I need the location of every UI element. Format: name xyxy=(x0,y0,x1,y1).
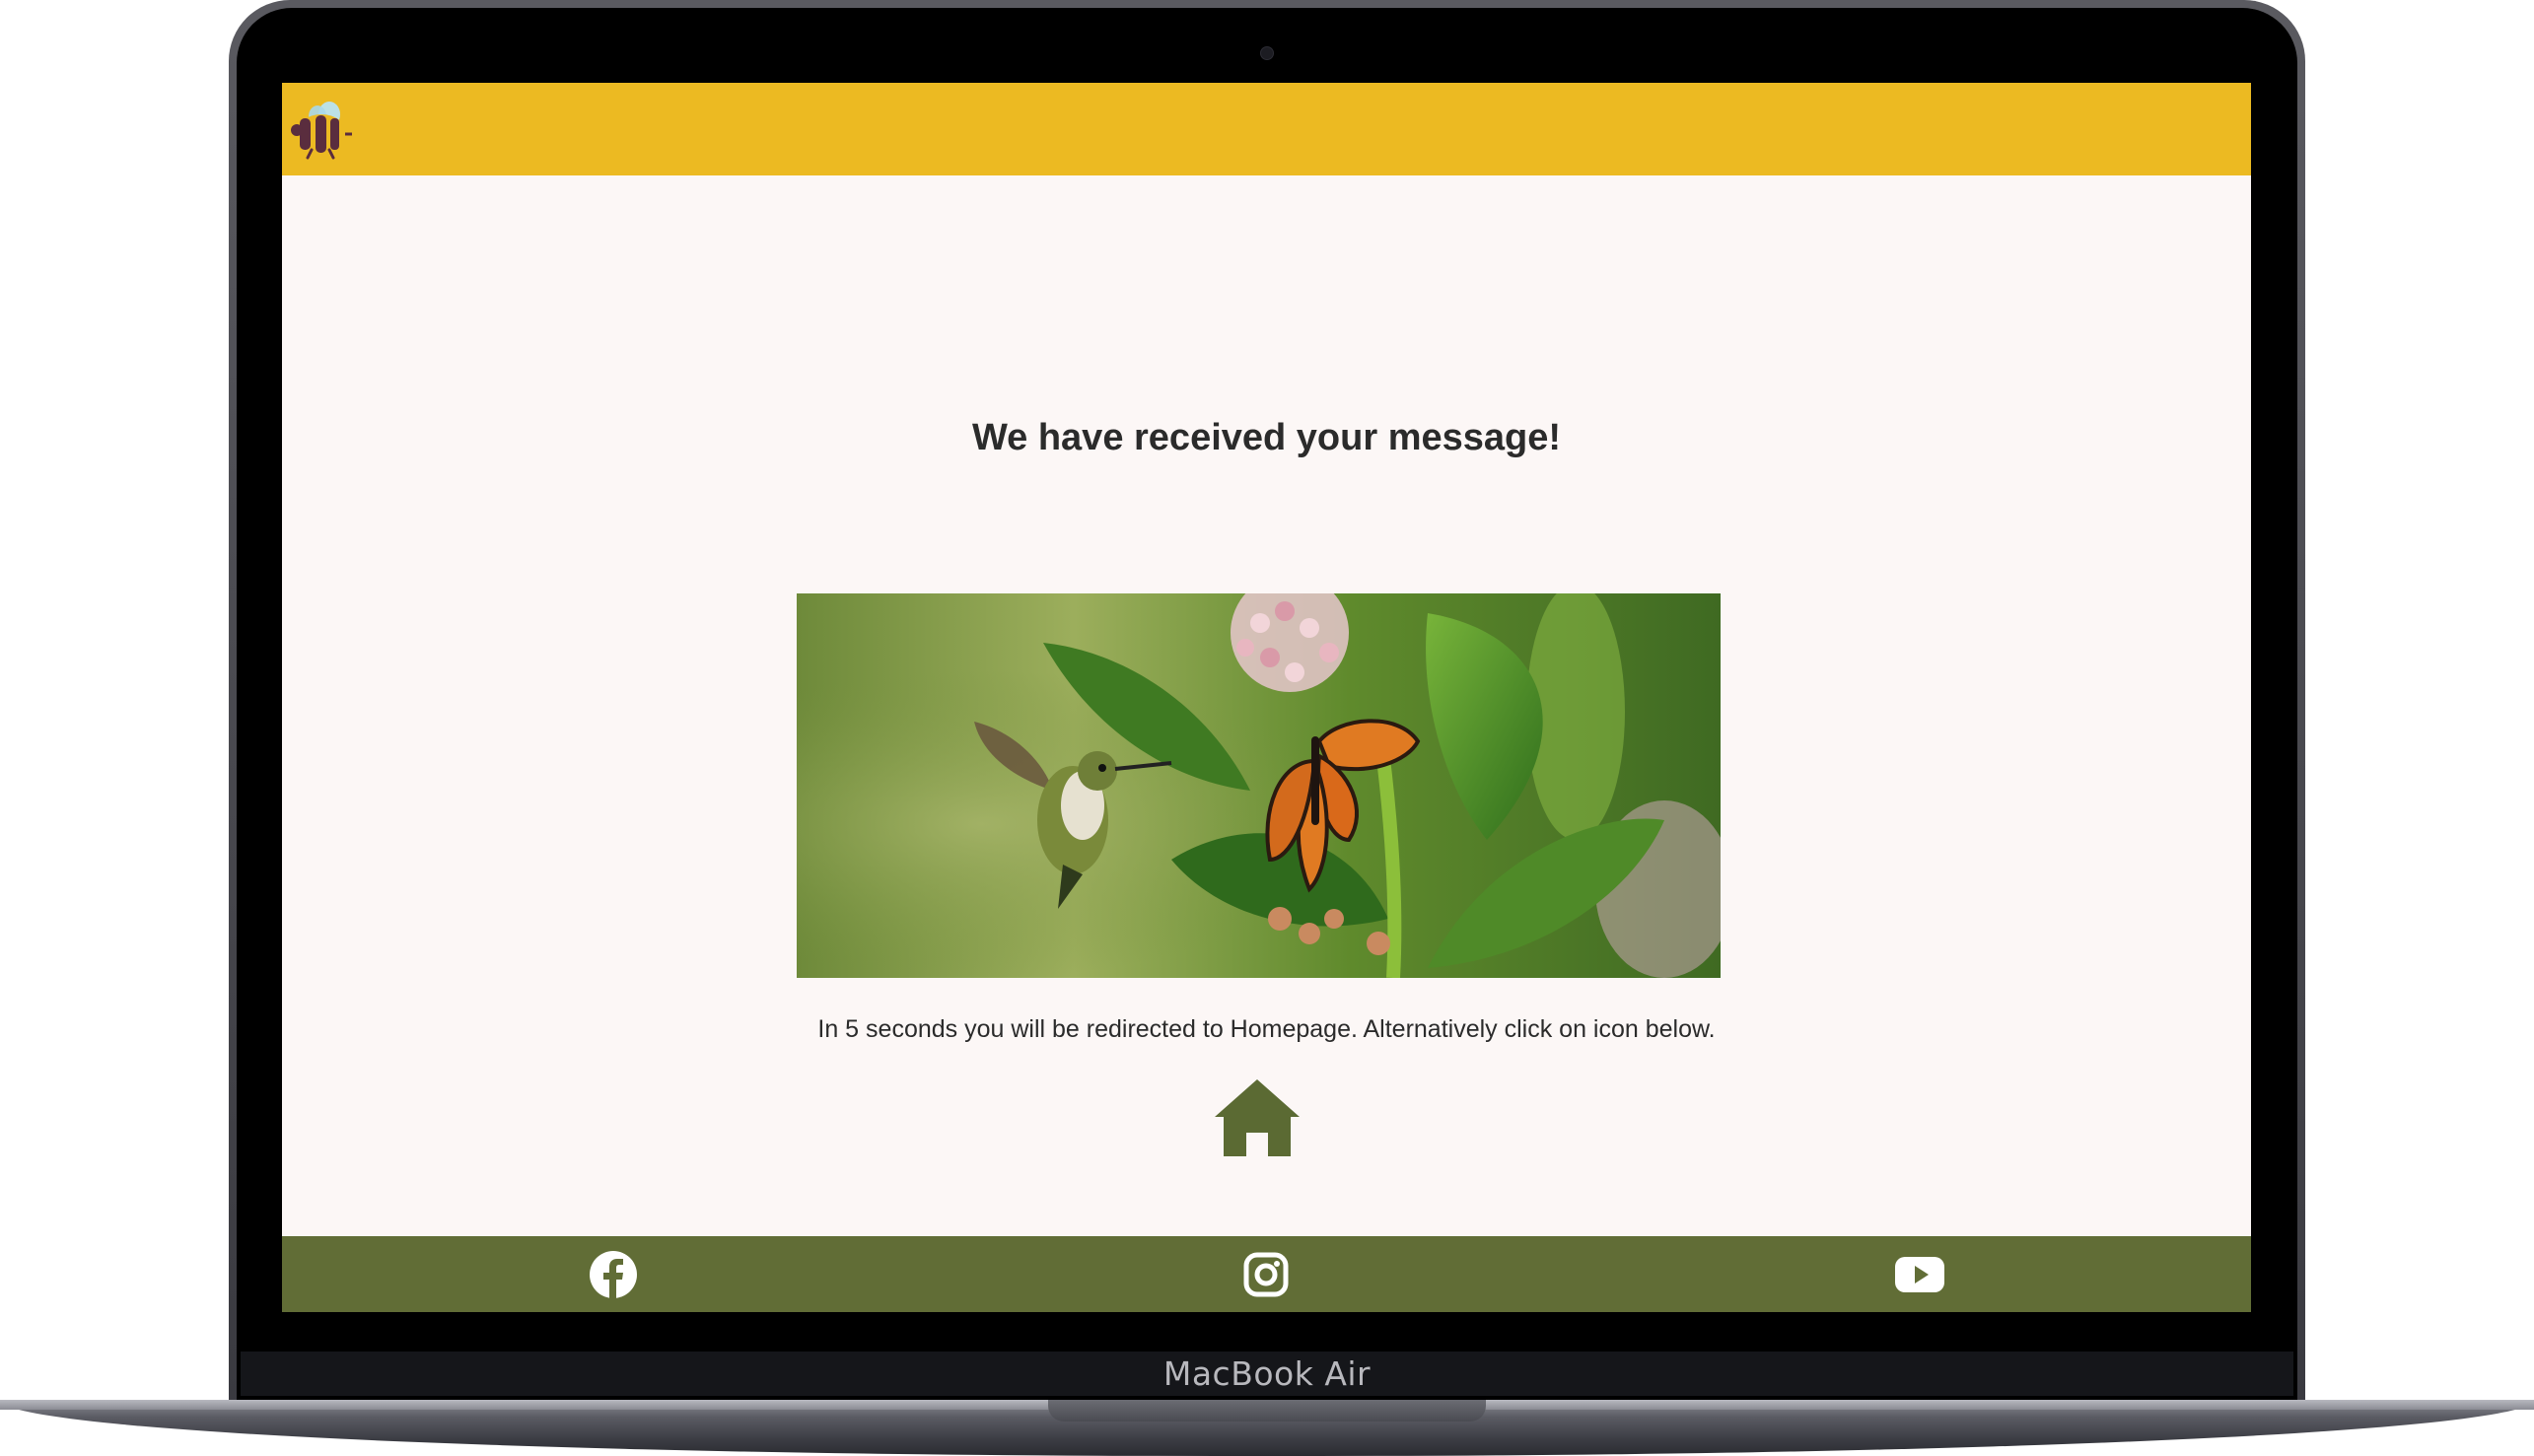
site-header xyxy=(282,83,2251,175)
bee-icon xyxy=(291,102,352,160)
instagram-icon xyxy=(1243,1252,1289,1297)
home-icon xyxy=(1215,1079,1300,1156)
page-title: We have received your message! xyxy=(971,417,1562,458)
model-label: MacBook Air xyxy=(1162,1354,1372,1393)
webcam xyxy=(1260,46,1274,60)
laptop-mockup: MacBook Air We have received your messag… xyxy=(0,0,2534,1456)
instagram-link[interactable] xyxy=(1240,1249,1292,1300)
site-logo[interactable] xyxy=(290,99,353,160)
home-button[interactable] xyxy=(1213,1077,1302,1158)
facebook-link[interactable] xyxy=(588,1249,639,1300)
site-footer xyxy=(282,1236,2251,1312)
browser-viewport: We have received your message! In 5 seco… xyxy=(282,83,2251,1312)
hero-image xyxy=(797,593,1721,978)
redirect-message: In 5 seconds you will be redirected to H… xyxy=(817,1015,1716,1043)
laptop-notch xyxy=(1048,1400,1486,1421)
youtube-icon xyxy=(1895,1257,1944,1292)
facebook-icon xyxy=(590,1251,637,1298)
main-content: We have received your message! In 5 seco… xyxy=(282,175,2251,1236)
youtube-link[interactable] xyxy=(1894,1249,1945,1300)
hummingbird-butterfly-milkweed-photo xyxy=(797,593,1721,978)
